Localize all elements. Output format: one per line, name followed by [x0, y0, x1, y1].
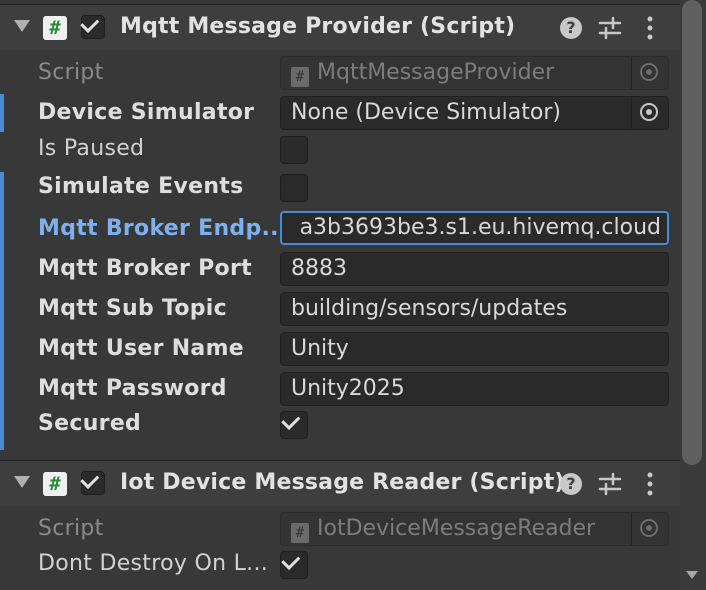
presets-sliders-icon[interactable]	[597, 471, 623, 497]
component-header-iot-device-message-reader[interactable]: # Iot Device Message Reader (Script) ?	[0, 460, 680, 506]
dont-destroy-row: Dont Destroy On L...	[0, 548, 680, 586]
sub-topic-label: Mqtt Sub Topic	[38, 296, 227, 321]
component-enabled-checkbox[interactable]	[80, 13, 105, 39]
simulate-events-label: Simulate Events	[38, 174, 244, 199]
user-name-label: Mqtt User Name	[38, 336, 245, 361]
script-file-icon: #	[291, 523, 309, 543]
context-menu-icon[interactable]	[640, 471, 660, 497]
broker-endpoint-row: Mqtt Broker Endp... a3b3693be3.s1.eu.hiv…	[0, 210, 680, 248]
broker-endpoint-label: Mqtt Broker Endp...	[38, 216, 288, 241]
sub-topic-row: Mqtt Sub Topic building/sensors/updates	[0, 290, 680, 328]
help-icon[interactable]: ?	[560, 17, 582, 39]
script-field: # MqttMessageProvider	[280, 56, 669, 90]
object-picker-icon	[640, 63, 658, 81]
scroll-down-arrow-icon[interactable]	[686, 571, 698, 579]
password-row: Mqtt Password Unity2025	[0, 370, 680, 408]
simulate-events-checkbox[interactable]	[280, 174, 308, 202]
device-simulator-value: None (Device Simulator)	[291, 100, 561, 125]
context-menu-icon[interactable]	[640, 15, 660, 41]
script-label: Script	[38, 516, 104, 541]
help-icon[interactable]: ?	[560, 473, 582, 495]
password-label: Mqtt Password	[38, 376, 227, 401]
script-value: MqttMessageProvider	[317, 60, 555, 85]
checkmark-icon	[80, 469, 100, 489]
password-input[interactable]: Unity2025	[280, 372, 669, 406]
broker-port-label: Mqtt Broker Port	[38, 256, 252, 281]
secured-label: Secured	[38, 411, 142, 436]
fold-triangle-icon[interactable]	[14, 20, 30, 32]
user-name-value: Unity	[291, 336, 349, 361]
script-icon: #	[43, 472, 67, 496]
inspector-panel: # Mqtt Message Provider (Script) ? Scrip…	[0, 0, 680, 590]
script-row: Script # IotDeviceMessageReader	[0, 510, 680, 548]
broker-port-input[interactable]: 8883	[280, 252, 669, 286]
dont-destroy-checkbox[interactable]	[280, 550, 308, 579]
override-indicator	[0, 94, 4, 132]
checkmark-icon	[281, 550, 301, 570]
script-value: IotDeviceMessageReader	[317, 516, 596, 541]
checkmark-icon	[80, 13, 100, 33]
scrollbar-thumb[interactable]	[682, 0, 702, 465]
component-enabled-checkbox[interactable]	[80, 469, 105, 495]
checkmark-icon	[281, 410, 301, 430]
broker-endpoint-input[interactable]: a3b3693be3.s1.eu.hivemq.cloud	[280, 211, 669, 245]
presets-sliders-icon[interactable]	[597, 15, 623, 41]
device-simulator-field[interactable]: None (Device Simulator)	[280, 96, 669, 130]
user-name-row: Mqtt User Name Unity	[0, 330, 680, 368]
fold-triangle-icon[interactable]	[14, 476, 30, 488]
object-picker	[631, 57, 668, 89]
device-simulator-label: Device Simulator	[38, 100, 255, 125]
device-simulator-row: Device Simulator None (Device Simulator)	[0, 94, 680, 132]
object-picker-button[interactable]	[631, 97, 668, 129]
password-value: Unity2025	[291, 376, 405, 401]
script-field: # IotDeviceMessageReader	[280, 512, 669, 546]
broker-port-value: 8883	[291, 256, 347, 281]
is-paused-row: Is Paused	[0, 133, 680, 171]
component-header-mqtt-message-provider[interactable]: # Mqtt Message Provider (Script) ?	[0, 4, 680, 50]
object-picker	[631, 513, 668, 545]
dont-destroy-label: Dont Destroy On L...	[38, 551, 269, 576]
broker-port-row: Mqtt Broker Port 8883	[0, 250, 680, 288]
script-icon: #	[43, 16, 67, 40]
user-name-input[interactable]: Unity	[280, 332, 669, 366]
simulate-events-row: Simulate Events	[0, 170, 680, 208]
script-label: Script	[38, 60, 104, 85]
script-row: Script # MqttMessageProvider	[0, 54, 680, 92]
script-file-icon: #	[291, 67, 309, 87]
component-title: Mqtt Message Provider (Script)	[120, 14, 516, 39]
broker-endpoint-value: a3b3693be3.s1.eu.hivemq.cloud	[299, 215, 661, 240]
sub-topic-value: building/sensors/updates	[291, 296, 568, 321]
secured-row: Secured	[0, 408, 680, 446]
component-title: Iot Device Message Reader (Script)	[120, 470, 565, 495]
sub-topic-input[interactable]: building/sensors/updates	[280, 292, 669, 326]
is-paused-checkbox[interactable]	[280, 136, 308, 164]
is-paused-label: Is Paused	[38, 136, 145, 161]
secured-checkbox[interactable]	[280, 410, 308, 439]
object-picker-icon	[640, 519, 658, 537]
object-picker-icon	[640, 103, 658, 121]
